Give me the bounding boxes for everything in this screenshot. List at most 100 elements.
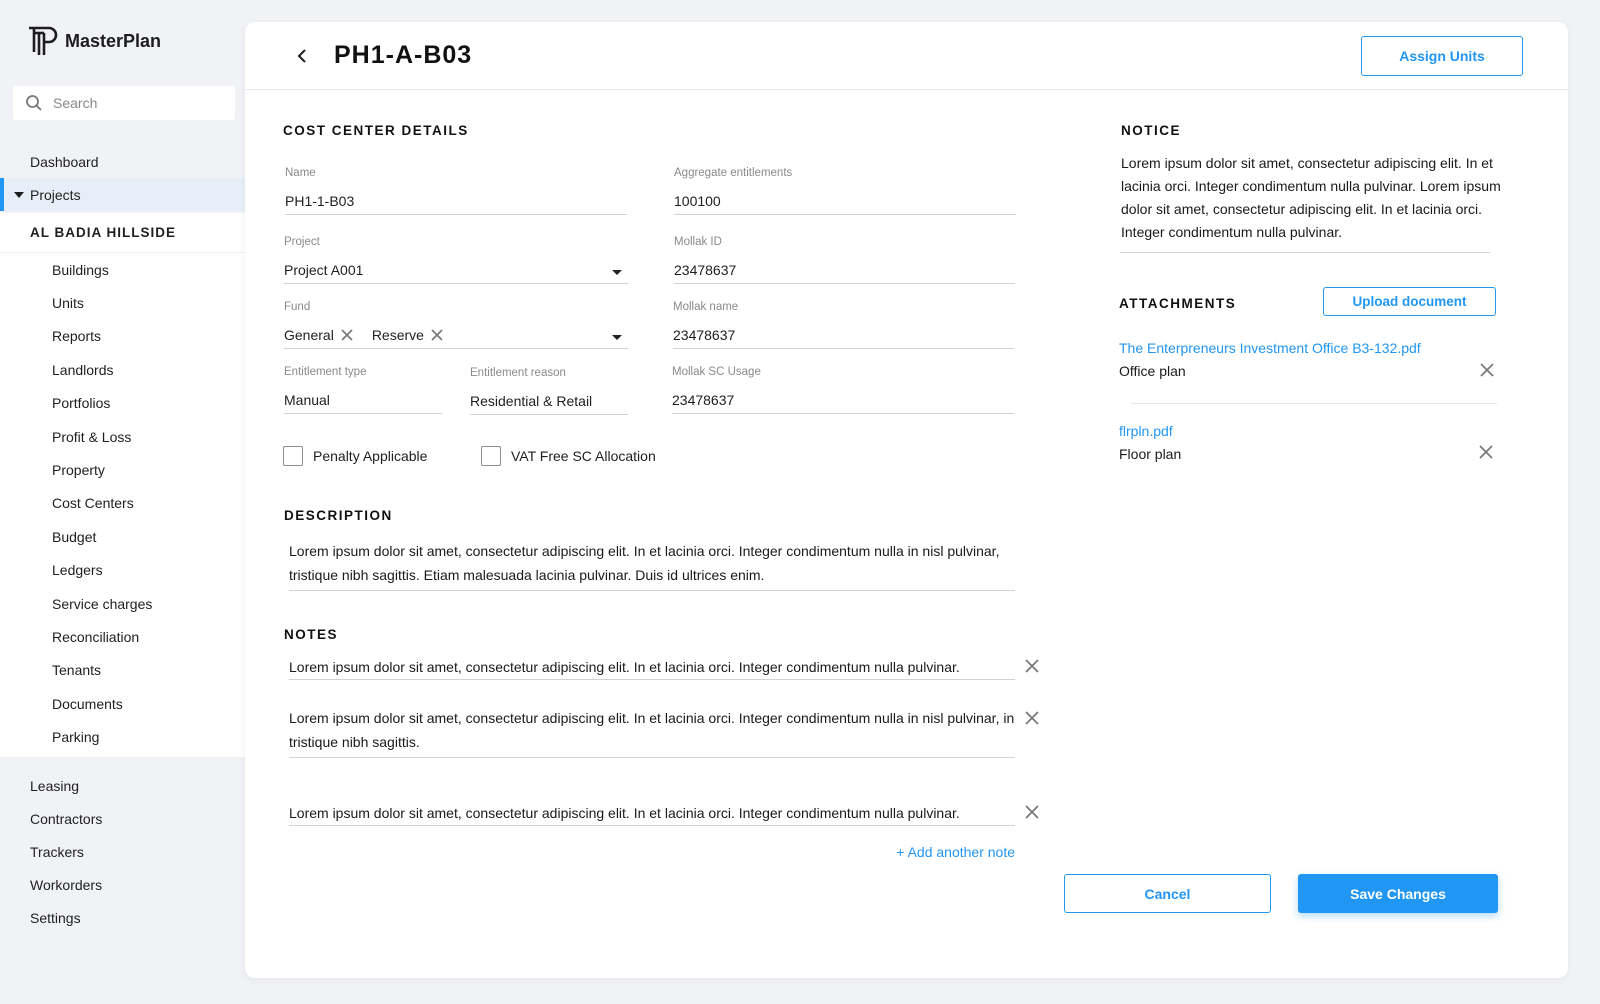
name-label: Name (285, 167, 316, 179)
caret-down-icon (14, 191, 24, 198)
sidebar-item-reconciliation[interactable]: Reconciliation (0, 620, 245, 653)
sidebar-item-profit-loss[interactable]: Profit & Loss (0, 420, 245, 453)
delete-note-icon[interactable] (1024, 658, 1040, 674)
projects-submenu: AL BADIA HILLSIDE Buildings Units Report… (0, 213, 245, 757)
penalty-checkbox[interactable]: Penalty Applicable (283, 446, 427, 466)
remove-chip-icon[interactable] (430, 328, 444, 342)
sidebar-item-parking[interactable]: Parking (0, 720, 245, 753)
description-text[interactable]: Lorem ipsum dolor sit amet, consectetur … (289, 539, 1019, 587)
vat-free-checkbox[interactable]: VAT Free SC Allocation (481, 446, 656, 466)
page-title: PH1-A-B03 (334, 41, 473, 69)
nav-projects-label: Projects (30, 186, 81, 203)
nav-top: Dashboard Projects (0, 145, 245, 211)
sidebar-item-ledgers[interactable]: Ledgers (0, 554, 245, 587)
mollak-id-value: 23478637 (674, 262, 737, 278)
masterplan-logo-icon (29, 26, 58, 55)
sidebar-item-portfolios[interactable]: Portfolios (0, 387, 245, 420)
assign-units-button[interactable]: Assign Units (1361, 36, 1523, 76)
sidebar-item-documents[interactable]: Documents (0, 687, 245, 720)
checkbox-box[interactable] (481, 446, 501, 466)
nav-trackers[interactable]: Trackers (0, 835, 245, 868)
note-item[interactable]: Lorem ipsum dolor sit amet, consectetur … (289, 706, 1015, 754)
cancel-button[interactable]: Cancel (1064, 874, 1271, 913)
mollak-id-field[interactable]: Mollak ID 23478637 (674, 236, 1015, 284)
sidebar-item-budget[interactable]: Budget (0, 520, 245, 553)
mollak-sc-usage-label: Mollak SC Usage (672, 366, 761, 378)
checkbox-box[interactable] (283, 446, 303, 466)
aggregate-value: 100100 (674, 193, 721, 209)
search-box[interactable] (13, 86, 235, 120)
fund-chip: General (284, 327, 354, 343)
entitlement-reason-value: Residential & Retail (470, 393, 593, 409)
nav-workorders[interactable]: Workorders (0, 868, 245, 901)
entitlement-type-value: Manual (284, 392, 330, 408)
delete-note-icon[interactable] (1024, 804, 1040, 820)
sidebar-item-service-charges[interactable]: Service charges (0, 587, 245, 620)
cost-center-section-title: COST CENTER DETAILS (283, 123, 469, 138)
vat-free-label: VAT Free SC Allocation (511, 448, 656, 464)
penalty-label: Penalty Applicable (313, 448, 428, 464)
card-header: PH1-A-B03 Assign Units (245, 22, 1568, 90)
back-arrow-icon[interactable] (293, 46, 313, 66)
dropdown-arrow-icon (612, 270, 622, 275)
mollak-sc-usage-value: 23478637 (672, 392, 735, 408)
sidebar-item-cost-centers[interactable]: Cost Centers (0, 487, 245, 520)
nav-leasing[interactable]: Leasing (0, 769, 245, 802)
attachment-link[interactable]: The Enterpreneurs Investment Office B3-1… (1119, 340, 1421, 356)
remove-attachment-icon[interactable] (1479, 362, 1495, 378)
sidebar-item-tenants[interactable]: Tenants (0, 654, 245, 687)
nav-settings[interactable]: Settings (0, 901, 245, 934)
name-value: PH1-1-B03 (285, 193, 355, 209)
fund-chip-label: General (284, 327, 334, 343)
note-item[interactable]: Lorem ipsum dolor sit amet, consectetur … (289, 655, 1015, 679)
fund-select[interactable]: Fund General Reserve (284, 301, 628, 349)
entitlement-reason-field[interactable]: Entitlement reason Residential & Retail (470, 367, 628, 415)
note-underline (289, 757, 1015, 758)
mollak-name-label: Mollak name (673, 301, 739, 313)
sidebar-item-buildings[interactable]: Buildings (0, 253, 245, 286)
app-logo[interactable]: MasterPlan (27, 25, 161, 57)
mollak-id-label: Mollak ID (674, 236, 722, 248)
project-select[interactable]: Project Project A001 (284, 236, 628, 284)
cost-center-card: PH1-A-B03 Assign Units COST CENTER DETAI… (245, 22, 1568, 978)
note-underline (289, 825, 1015, 826)
fund-chip-label: Reserve (371, 327, 424, 343)
nav-projects[interactable]: Projects (0, 178, 245, 211)
fund-chip: Reserve (372, 327, 444, 343)
notice-text: Lorem ipsum dolor sit amet, consectetur … (1121, 155, 1501, 240)
sidebar: MasterPlan Dashboard Projects AL BADIA H… (0, 0, 245, 1004)
mollak-name-field[interactable]: Mollak name 23478637 (673, 301, 1014, 349)
attachment-link[interactable]: flrpln.pdf (1119, 423, 1173, 439)
sidebar-item-units[interactable]: Units (0, 286, 245, 319)
project-label: Project (284, 236, 320, 248)
project-value: Project A001 (284, 262, 364, 278)
nav-contractors[interactable]: Contractors (0, 802, 245, 835)
dropdown-arrow-icon (612, 335, 622, 340)
save-changes-button[interactable]: Save Changes (1298, 874, 1498, 913)
note-underline (289, 679, 1015, 680)
remove-chip-icon[interactable] (340, 328, 354, 342)
name-field[interactable]: Name PH1-1-B03 (285, 167, 627, 215)
search-input[interactable] (53, 95, 213, 111)
notes-title: NOTES (284, 627, 339, 642)
description-title: DESCRIPTION (284, 508, 393, 523)
mollak-sc-usage-field[interactable]: Mollak SC Usage 23478637 (672, 366, 1014, 414)
fund-chips: General Reserve (284, 325, 628, 345)
aggregate-entitlements-field[interactable]: Aggregate entitlements 100100 (674, 167, 1016, 215)
sidebar-item-reports[interactable]: Reports (0, 320, 245, 353)
sidebar-item-landlords[interactable]: Landlords (0, 353, 245, 386)
add-note-link[interactable]: + Add another note (895, 844, 1015, 860)
note-item[interactable]: Lorem ipsum dolor sit amet, consectetur … (289, 801, 1015, 825)
delete-note-icon[interactable] (1024, 710, 1040, 726)
attachments-title: ATTACHMENTS (1119, 296, 1237, 311)
entitlement-type-field[interactable]: Entitlement type Manual (284, 366, 442, 414)
project-heading: AL BADIA HILLSIDE (0, 213, 245, 253)
upload-document-button[interactable]: Upload document (1323, 287, 1496, 316)
sidebar-item-property[interactable]: Property (0, 453, 245, 486)
notice-title: NOTICE (1121, 123, 1182, 138)
attachment-description: Floor plan (1119, 446, 1182, 462)
remove-attachment-icon[interactable] (1478, 444, 1494, 460)
nav-dashboard[interactable]: Dashboard (0, 145, 245, 178)
app-name: MasterPlan (65, 30, 162, 51)
fund-label: Fund (284, 301, 311, 313)
